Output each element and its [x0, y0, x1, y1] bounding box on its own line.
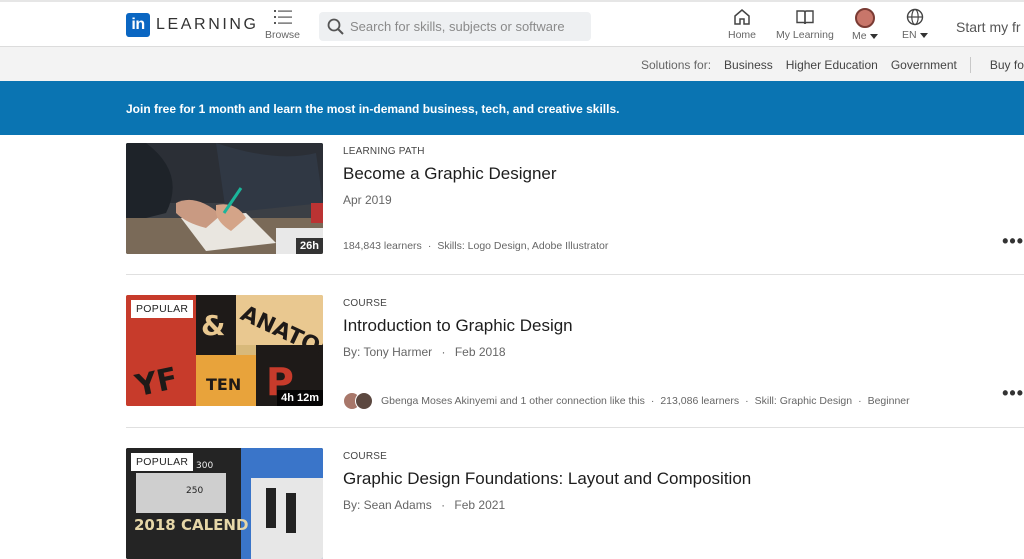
solutions-bar: Solutions for: Business Higher Education… [0, 47, 1024, 81]
svg-text:300: 300 [196, 461, 213, 471]
top-nav: in LEARNING Browse Home My Learning [0, 0, 1024, 47]
search-bar[interactable] [319, 12, 591, 41]
svg-text:250: 250 [186, 486, 203, 496]
nav-language[interactable]: EN [902, 8, 928, 41]
course-thumbnail[interactable]: 2018 CALEND 300 250 POPULAR [126, 448, 323, 559]
linkedin-learning-logo[interactable]: in LEARNING [126, 13, 259, 37]
designer-sketching-image [126, 143, 323, 254]
my-learning-label: My Learning [776, 29, 834, 41]
list-item: 26h LEARNING PATH Become a Graphic Desig… [126, 143, 1024, 273]
content-type-label: COURSE [343, 298, 387, 309]
svg-text:2018 CALEND: 2018 CALEND [134, 516, 248, 534]
home-icon [734, 9, 750, 25]
solutions-business-link[interactable]: Business [724, 58, 773, 72]
author-name: By: Tony Harmer [343, 345, 433, 359]
browse-list-icon [273, 10, 292, 24]
learner-count: 184,843 learners [343, 240, 422, 252]
home-label: Home [728, 29, 757, 41]
nav-home[interactable]: Home [728, 8, 756, 41]
release-date: Apr 2019 [343, 193, 392, 207]
nav-my-learning[interactable]: My Learning [776, 8, 834, 41]
divider [126, 274, 1024, 275]
author-name: By: Sean Adams [343, 498, 432, 512]
course-meta: Apr 2019 [343, 193, 392, 207]
more-options-icon[interactable]: ••• [1002, 383, 1024, 404]
solutions-label: Solutions for: [641, 58, 712, 72]
logo-wordmark: LEARNING [156, 16, 259, 33]
learner-count: 213,086 learners [660, 395, 740, 407]
svg-text:TEN: TEN [206, 375, 241, 394]
svg-text:&: & [201, 309, 225, 342]
duration-badge: 4h 12m [277, 390, 323, 406]
list-item: YF & P ANATOMY TEN POPULAR 4h 12m COURSE… [126, 295, 1024, 425]
course-meta: By: Tony Harmer · Feb 2018 [343, 345, 506, 359]
caret-down-icon [869, 33, 878, 39]
nav-me-menu[interactable]: Me [852, 8, 878, 42]
release-date: Feb 2018 [454, 345, 506, 359]
promo-banner[interactable]: Join free for 1 month and learn the most… [0, 81, 1024, 135]
avatar [355, 392, 373, 410]
promo-banner-text: Join free for 1 month and learn the most… [126, 102, 620, 116]
language-label: EN [902, 29, 917, 41]
caret-down-icon [919, 32, 928, 38]
course-title-link[interactable]: Introduction to Graphic Design [343, 316, 573, 336]
globe-icon [906, 8, 923, 26]
divider [969, 57, 971, 73]
book-icon [796, 10, 814, 25]
course-thumbnail[interactable]: 26h [126, 143, 323, 254]
divider [126, 427, 1024, 428]
solutions-government-link[interactable]: Government [891, 58, 957, 72]
course-title-link[interactable]: Graphic Design Foundations: Layout and C… [343, 469, 751, 489]
course-meta: By: Sean Adams · Feb 2021 [343, 498, 506, 512]
content-type-label: COURSE [343, 451, 387, 462]
connection-avatars[interactable] [343, 392, 373, 410]
popular-badge: POPULAR [131, 453, 194, 471]
course-thumbnail[interactable]: YF & P ANATOMY TEN POPULAR 4h 12m [126, 295, 323, 406]
difficulty-level: Beginner [867, 395, 910, 407]
start-free-trial-button[interactable]: Start my fr [956, 19, 1021, 35]
search-input[interactable] [350, 19, 580, 34]
linkedin-in-icon: in [126, 13, 150, 37]
skills-label: Skill: Graphic Design [754, 395, 853, 407]
browse-button[interactable]: Browse [265, 8, 300, 41]
solutions-higher-education-link[interactable]: Higher Education [786, 58, 878, 72]
more-options-icon[interactable]: ••• [1002, 231, 1024, 252]
course-stats: Gbenga Moses Akinyemi and 1 other connec… [343, 392, 910, 410]
me-label: Me [852, 30, 867, 42]
duration-badge: 26h [296, 238, 323, 254]
list-item: 2018 CALEND 300 250 POPULAR COURSE Graph… [126, 448, 1024, 559]
skills-label: Skills: Logo Design, Adobe Illustrator [437, 240, 609, 252]
course-title-link[interactable]: Become a Graphic Designer [343, 164, 557, 184]
content-type-label: LEARNING PATH [343, 146, 425, 157]
buy-link[interactable]: Buy fo [990, 58, 1024, 72]
course-stats: 184,843 learners · Skills: Logo Design, … [343, 240, 609, 252]
connections-like-text[interactable]: Gbenga Moses Akinyemi and 1 other connec… [381, 395, 645, 407]
browse-label: Browse [265, 29, 301, 41]
popular-badge: POPULAR [131, 300, 194, 318]
release-date: Feb 2021 [454, 498, 506, 512]
search-icon [327, 18, 344, 35]
avatar [854, 8, 875, 28]
